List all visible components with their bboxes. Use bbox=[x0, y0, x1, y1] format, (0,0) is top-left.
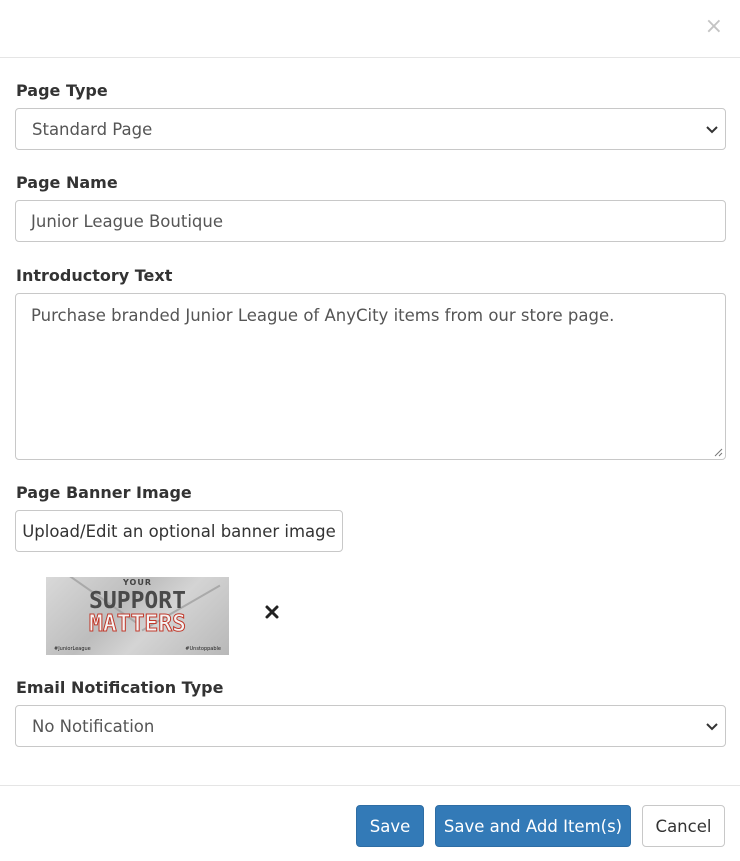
page-name-input[interactable]: Junior League Boutique bbox=[15, 200, 726, 242]
cancel-button[interactable]: Cancel bbox=[642, 805, 725, 847]
page-type-select[interactable]: Standard Page bbox=[15, 108, 726, 150]
page-type-label: Page Type bbox=[16, 81, 108, 100]
resize-grip-icon[interactable] bbox=[713, 447, 723, 457]
email-notification-selected: No Notification bbox=[32, 716, 155, 736]
close-icon[interactable]: × bbox=[705, 14, 723, 40]
modal-header: × bbox=[0, 0, 740, 58]
chevron-down-icon bbox=[706, 723, 718, 731]
intro-text-value: Purchase branded Junior League of AnyCit… bbox=[31, 306, 615, 325]
intro-text-textarea[interactable]: Purchase branded Junior League of AnyCit… bbox=[15, 293, 726, 460]
email-notification-select[interactable]: No Notification bbox=[15, 705, 726, 747]
remove-banner-icon[interactable] bbox=[264, 604, 280, 620]
banner-text-matters: MATTERS bbox=[89, 611, 187, 638]
upload-banner-button[interactable]: Upload/Edit an optional banner image bbox=[15, 510, 343, 552]
save-button[interactable]: Save bbox=[356, 805, 424, 847]
intro-text-label: Introductory Text bbox=[16, 266, 173, 285]
page-name-label: Page Name bbox=[16, 173, 118, 192]
banner-text-top: YOUR bbox=[123, 578, 152, 587]
banner-label: Page Banner Image bbox=[16, 483, 192, 502]
save-and-add-items-button[interactable]: Save and Add Item(s) bbox=[435, 805, 631, 847]
banner-tag-left: #JuniorLeague bbox=[54, 646, 91, 652]
banner-tag-right: #Unstoppable bbox=[185, 646, 221, 652]
page-name-value: Junior League Boutique bbox=[31, 211, 223, 231]
banner-image: YOUR SUPPORT MATTERS #JuniorLeague #Unst… bbox=[46, 577, 229, 655]
chevron-down-icon bbox=[706, 126, 718, 134]
page-type-selected: Standard Page bbox=[32, 119, 153, 139]
email-notification-label: Email Notification Type bbox=[16, 678, 224, 697]
